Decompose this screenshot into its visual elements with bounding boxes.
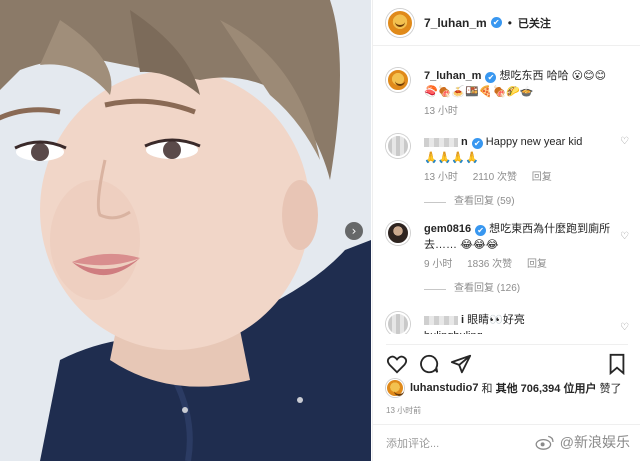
comment-likes[interactable]: 1836 次赞 [467,259,512,270]
post-timestamp: 13 小时前 [386,406,422,415]
caption-emojis: 😮😊😊 [571,69,607,82]
reply-button[interactable]: 回复 [532,172,552,183]
bookmark-icon[interactable] [606,353,628,375]
comment-text: Happy new year kid [485,136,583,148]
view-replies-label: 查看回复 (59) [454,196,515,207]
caption-meta: 13 小时 [424,104,614,120]
like-heart-icon[interactable] [386,353,408,375]
likes-and: 和 [481,383,493,395]
like-heart-icon[interactable]: ♡ [620,136,629,147]
comment-bubble-icon[interactable] [418,353,440,375]
view-replies-button[interactable]: 查看回复 (126) [424,281,614,297]
commenter-avatar[interactable] [386,221,410,245]
comment-username[interactable]: n [461,136,468,148]
caption-food-emojis: 🍣🍖🍝🍱🍕🍖🌮🍲 [424,85,534,98]
blurred-username [424,315,458,325]
next-photo-button[interactable]: › [345,222,363,240]
verified-badge-icon: ✔ [485,72,497,83]
comment-username[interactable]: i [461,314,464,326]
verified-badge-icon: ✔ [475,225,487,236]
like-heart-icon[interactable]: ♡ [620,322,629,333]
post-header: 7_luhan_m ✔ • 已关注 [373,0,640,46]
likes-summary: luhanstudio7 和 其他 706,394 位用户 赞了 [386,379,632,397]
comment-text-line2: bulingbuling [424,330,483,334]
commenter-avatar[interactable] [386,134,410,158]
comment-likes[interactable]: 2110 次赞 [473,172,517,183]
follow-status-button[interactable]: 已关注 [518,15,551,31]
weibo-watermark: @新浪娱乐 [535,432,630,452]
comment-time: 13 小时 [424,172,458,183]
view-replies-button[interactable]: 查看回复 (59) [424,194,614,210]
comments-list[interactable]: 7_luhan_m ✔ 想吃东西 哈哈 😮😊😊 🍣🍖🍝🍱🍕🍖🌮🍲 13 小时 n ✔… [373,58,640,334]
verified-badge-icon: ✔ [490,17,502,28]
comment-emojis: 🙏🙏🙏🙏 [424,151,479,164]
likes-count-link[interactable]: 其他 706,394 位用户 [496,380,597,396]
comment-text: 眼睛👀好亮 [467,314,525,326]
verified-badge-icon: ✔ [471,138,483,149]
liker-username[interactable]: luhanstudio7 [410,382,478,394]
weibo-logo-icon [535,435,554,450]
comment-username[interactable]: gem0816 [424,223,471,235]
author-username[interactable]: 7_luhan_m [424,16,487,30]
watermark-text: @新浪娱乐 [559,434,630,450]
caption-username[interactable]: 7_luhan_m [424,70,481,82]
share-send-icon[interactable] [450,353,472,375]
comment-time: 9 小时 [424,259,453,270]
action-bar [386,344,628,376]
liker-avatar[interactable] [386,379,404,397]
header-separator: • [507,15,512,30]
likes-suffix: 赞了 [599,383,622,395]
blurred-username [424,137,458,147]
view-replies-label: 查看回复 (126) [454,283,521,294]
caption-author-avatar[interactable] [386,68,410,92]
comment-meta: 9 小时 1836 次赞 回复 [424,257,614,273]
caption-text: 想吃东西 哈哈 [499,70,569,82]
caption-time: 13 小时 [424,106,458,117]
comment-emojis: 😂😂😂 [460,238,499,251]
commenter-avatar[interactable] [386,312,410,334]
post-photo[interactable]: › [0,0,371,461]
portrait-illustration [0,0,371,461]
reply-button[interactable]: 回复 [527,259,547,270]
post-side-panel: 7_luhan_m ✔ • 已关注 7_luhan_m ✔ 想吃东西 哈哈 😮😊😊… [372,0,640,461]
comment-meta: 13 小时 2110 次赞 回复 [424,170,614,186]
like-heart-icon[interactable]: ♡ [620,231,629,242]
author-avatar[interactable] [386,8,414,37]
